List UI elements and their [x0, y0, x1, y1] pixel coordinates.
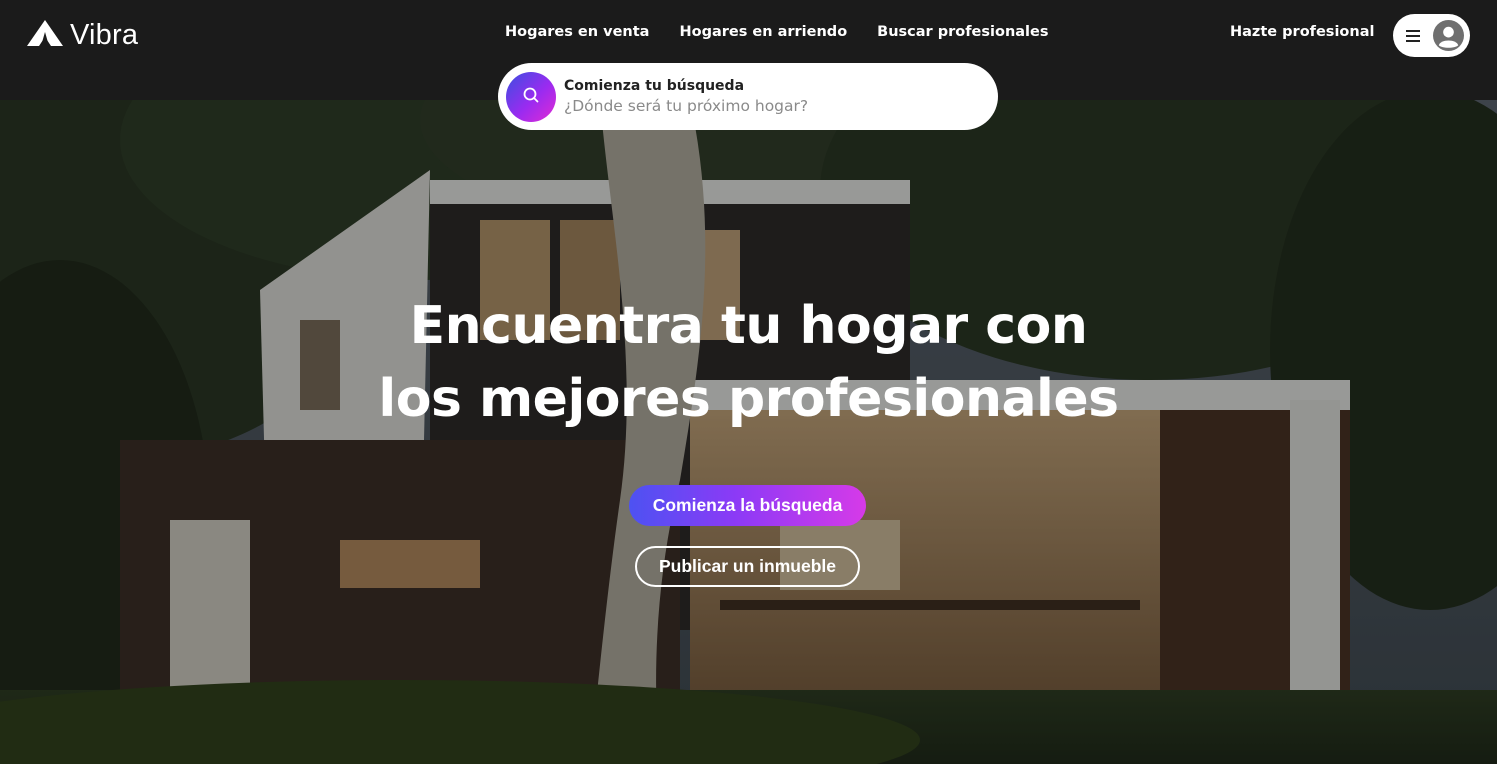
brand-name: Vibra — [70, 18, 139, 51]
nav-find-professionals[interactable]: Buscar profesionales — [877, 24, 1048, 40]
hero-title-line-1: Encuentra tu hogar con — [409, 296, 1088, 356]
vibra-logo-icon — [26, 18, 64, 52]
hamburger-icon — [1406, 29, 1420, 42]
user-avatar-icon — [1433, 20, 1464, 51]
user-menu-button[interactable] — [1393, 14, 1470, 57]
main-nav: Hogares en venta Hogares en arriendo Bus… — [505, 24, 1048, 40]
search-text-group: Comienza tu búsqueda ¿Dónde será tu próx… — [564, 77, 808, 117]
nav-homes-for-sale[interactable]: Hogares en venta — [505, 24, 649, 40]
start-search-button[interactable]: Comienza la búsqueda — [629, 485, 866, 526]
brand-logo-link[interactable]: Vibra — [26, 18, 138, 52]
publish-property-button[interactable]: Publicar un inmueble — [635, 546, 860, 587]
become-professional-link[interactable]: Hazte profesional — [1230, 24, 1374, 40]
search-input-placeholder[interactable]: ¿Dónde será tu próximo hogar? — [564, 95, 808, 117]
search-button[interactable] — [506, 71, 556, 122]
hero-title-line-2: los mejores profesionales — [378, 369, 1119, 429]
search-bar[interactable]: Comienza tu búsqueda ¿Dónde será tu próx… — [498, 63, 998, 130]
hero-section: Encuentra tu hogar con los mejores profe… — [0, 100, 1497, 764]
nav-homes-for-rent[interactable]: Hogares en arriendo — [679, 24, 847, 40]
hero-title: Encuentra tu hogar con los mejores profe… — [0, 290, 1497, 436]
search-title: Comienza tu búsqueda — [564, 77, 745, 94]
search-icon — [522, 86, 540, 108]
